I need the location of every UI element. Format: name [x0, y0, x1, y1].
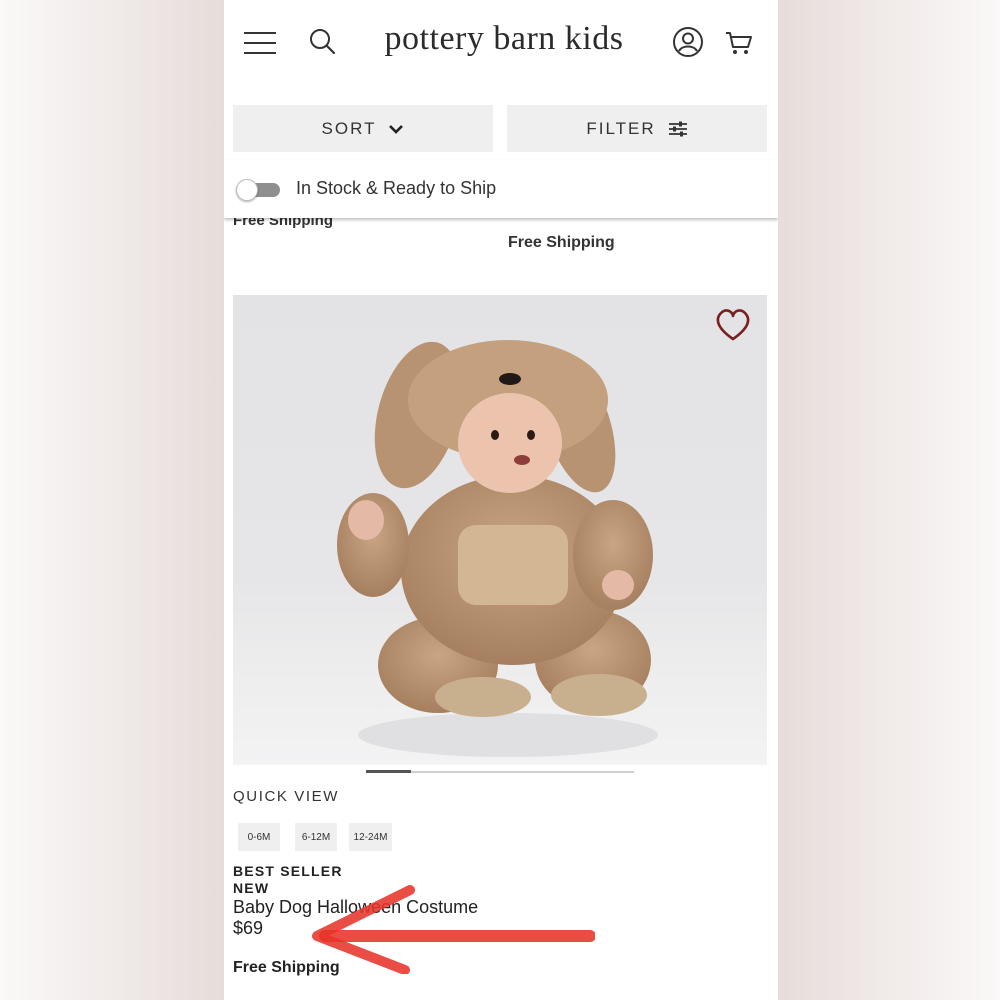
search-icon[interactable]: [308, 27, 338, 57]
filter-button[interactable]: FILTER: [507, 105, 767, 152]
puppy-costume-photo: [337, 340, 658, 757]
size-chip-6-12m[interactable]: 6-12M: [295, 823, 337, 851]
cart-icon[interactable]: [724, 28, 754, 58]
new-badge: NEW: [233, 880, 270, 896]
red-arrow-annotation: [312, 885, 595, 974]
product-image[interactable]: [233, 295, 767, 765]
filter-label: FILTER: [586, 118, 656, 138]
product-price: $69: [233, 918, 264, 938]
background-left: [0, 0, 224, 1000]
in-stock-filter-row: In Stock & Ready to Ship: [224, 160, 778, 218]
menu-icon[interactable]: [244, 30, 276, 56]
site-header: pottery barn kids: [224, 0, 778, 86]
heart-icon[interactable]: [713, 307, 753, 343]
quick-view-link[interactable]: QUICK VIEW: [233, 788, 339, 805]
sort-label: SORT: [321, 118, 377, 138]
image-carousel-indicator[interactable]: [366, 770, 634, 773]
sort-button[interactable]: SORT: [233, 105, 493, 152]
chevron-down-icon: [389, 124, 404, 134]
best-seller-badge: BEST SELLER: [233, 863, 343, 879]
in-stock-toggle[interactable]: [236, 179, 282, 201]
size-chip-12-24m[interactable]: 12-24M: [349, 823, 392, 851]
background-right: [776, 0, 1000, 1000]
previous-item-shipping-right: Free Shipping: [508, 234, 615, 251]
phone-screen: pottery barn kids SORT FILTER In Stock &…: [224, 0, 778, 1000]
brand-logo[interactable]: pottery barn kids: [374, 20, 634, 58]
size-chip-0-6m[interactable]: 0-6M: [238, 823, 280, 851]
in-stock-toggle-label: In Stock & Ready to Ship: [296, 178, 497, 198]
carousel-active-segment: [366, 770, 411, 773]
sliders-icon: [668, 121, 687, 136]
account-icon[interactable]: [672, 26, 704, 58]
